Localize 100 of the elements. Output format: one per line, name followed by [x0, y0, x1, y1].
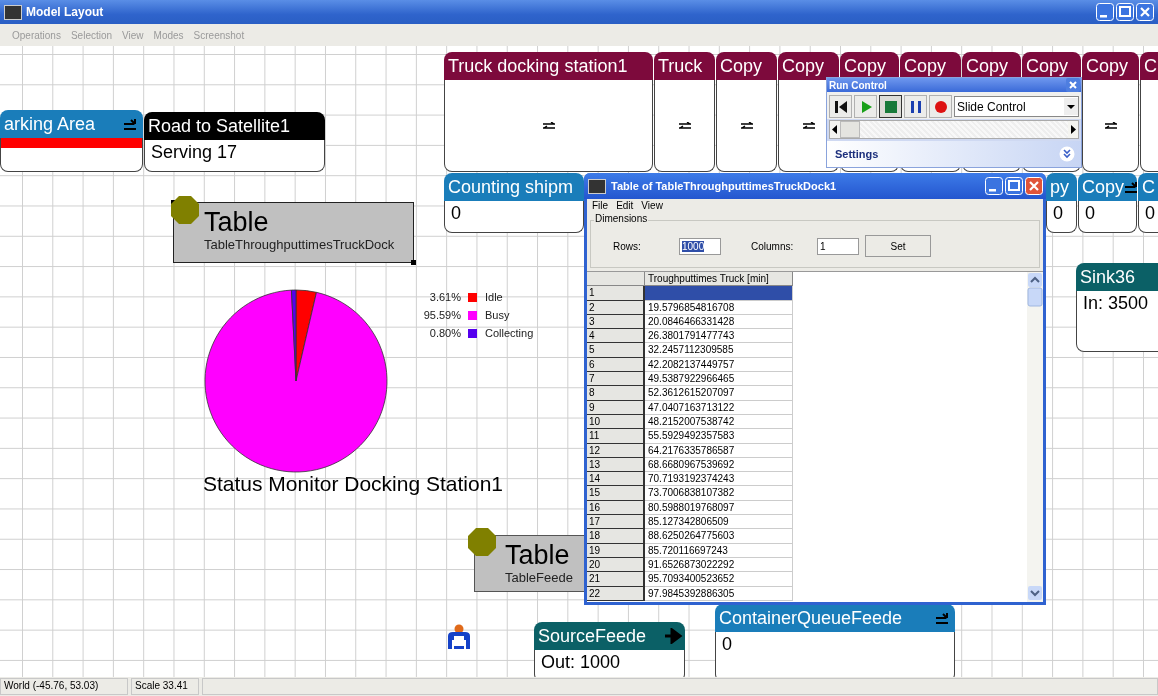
- menu-item[interactable]: File: [592, 200, 609, 213]
- set-button[interactable]: Set: [865, 235, 931, 257]
- table-cell[interactable]: 64.2176335786587: [645, 443, 793, 458]
- slider-thumb[interactable]: [840, 121, 860, 138]
- row-header[interactable]: 11: [587, 429, 645, 444]
- close-button[interactable]: [1066, 78, 1080, 92]
- expand-icon[interactable]: [1059, 146, 1075, 162]
- speed-slider[interactable]: [829, 120, 1079, 139]
- row-header[interactable]: 5: [587, 343, 645, 358]
- table-cell[interactable]: 70.7193192374243: [645, 472, 793, 487]
- table-cell[interactable]: [645, 286, 793, 301]
- node-header[interactable]: Copy: [1082, 52, 1139, 80]
- row-header[interactable]: 18: [587, 529, 645, 544]
- node-header[interactable]: Truck: [654, 52, 715, 80]
- row-header[interactable]: 15: [587, 486, 645, 501]
- node-header[interactable]: C: [1140, 52, 1158, 80]
- node-title: C: [1144, 55, 1157, 77]
- columns-field[interactable]: 1: [817, 237, 859, 255]
- record-button[interactable]: [929, 95, 952, 118]
- status-text: World (-45.76, 53.03): [0, 678, 128, 695]
- node-header[interactable]: Sink36: [1076, 263, 1158, 291]
- status-text: Scale 33.41: [131, 678, 199, 695]
- table-node-title: Table: [505, 540, 570, 570]
- table-cell[interactable]: 48.2152007538742: [645, 414, 793, 430]
- close-button[interactable]: [1025, 177, 1043, 195]
- table-cell[interactable]: 19.5796854816708: [645, 300, 793, 315]
- mode-dropdown[interactable]: Slide Control: [954, 96, 1079, 117]
- maximize-button[interactable]: [1116, 3, 1134, 21]
- node-title: Copy: [782, 55, 825, 77]
- window-title: Model Layout: [26, 5, 104, 19]
- node-header[interactable]: Copy: [840, 52, 899, 80]
- table-cell[interactable]: 52.3612615207097: [645, 386, 793, 401]
- table-cell[interactable]: 97.9845392886305: [645, 586, 793, 601]
- node-header[interactable]: Copy: [778, 52, 839, 80]
- pause-button[interactable]: [904, 95, 927, 118]
- node-header[interactable]: arking Area: [0, 110, 143, 138]
- swap-icon: [541, 121, 556, 130]
- row-header[interactable]: 17: [587, 515, 645, 530]
- table-cell[interactable]: 73.7006838107382: [645, 486, 793, 501]
- legend-value: 95.59%: [422, 309, 461, 321]
- table-cell[interactable]: 49.5387922966465: [645, 372, 793, 387]
- table-node-name: TableFeede: [505, 570, 573, 585]
- minimize-button[interactable]: [985, 177, 1003, 195]
- table-cell[interactable]: 85.127342806509: [645, 515, 793, 530]
- table-cell[interactable]: 55.5929492357583: [645, 429, 793, 444]
- node-header[interactable]: Truck docking station1: [444, 52, 653, 80]
- row-header[interactable]: 14: [587, 472, 645, 487]
- table-node[interactable]: Table TableThroughputtimesTruckDock: [173, 202, 414, 263]
- table-cell[interactable]: 88.6250264775603: [645, 529, 793, 544]
- minimize-button[interactable]: [1096, 3, 1114, 21]
- reset-button[interactable]: [829, 95, 852, 118]
- legend-value: 3.61%: [428, 291, 461, 303]
- node-header[interactable]: py: [1046, 173, 1077, 201]
- node-header[interactable]: Copy: [900, 52, 961, 80]
- node-title: ContainerQueueFeede: [719, 607, 903, 629]
- settings-bar[interactable]: Settings: [827, 141, 1081, 167]
- table-cell[interactable]: 85.720116697243: [645, 543, 793, 558]
- queue-icon: [1124, 180, 1137, 194]
- app-logo: [588, 178, 606, 194]
- node-header[interactable]: Counting shipm: [444, 173, 584, 201]
- column-header[interactable]: Troughputtimes Truck [min]: [645, 272, 793, 287]
- menu-item[interactable]: View: [641, 200, 663, 213]
- vertical-scrollbar[interactable]: [1027, 272, 1043, 602]
- table-cell[interactable]: 47.0407163713122: [645, 400, 793, 415]
- menu-item[interactable]: Edit: [616, 200, 634, 213]
- table-cell[interactable]: 20.0846466331428: [645, 314, 793, 330]
- node-title: arking Area: [4, 113, 96, 135]
- node-header[interactable]: ContainerQueueFeede: [715, 604, 955, 632]
- rows-field[interactable]: 1000: [679, 237, 721, 255]
- row-header[interactable]: 21: [587, 572, 645, 587]
- table-cell[interactable]: 95.7093400523652: [645, 572, 793, 587]
- legend-swatch: [468, 328, 477, 338]
- node-header[interactable]: Copy: [962, 52, 1021, 80]
- stop-button[interactable]: [879, 95, 902, 118]
- node-value: 0: [1144, 202, 1156, 225]
- maximize-button[interactable]: [1005, 177, 1023, 195]
- node-header[interactable]: Copy: [716, 52, 777, 80]
- table-cell[interactable]: 68.6680967539692: [645, 457, 793, 473]
- table-cell[interactable]: 80.5988019768097: [645, 500, 793, 516]
- row-header[interactable]: 1: [587, 286, 645, 301]
- swap-icon: [1103, 121, 1118, 130]
- node-title: Road to Satellite1: [148, 115, 291, 137]
- node-title: Copy: [904, 55, 947, 77]
- node-header[interactable]: Copy: [1078, 173, 1137, 201]
- selection-handle[interactable]: [411, 260, 416, 265]
- table-cell[interactable]: 26.3801791477743: [645, 329, 793, 344]
- node-title: Copy: [720, 55, 763, 77]
- table-cell[interactable]: 91.6526873022292: [645, 557, 793, 573]
- node-value: 0: [1052, 202, 1064, 225]
- row-header[interactable]: 7: [587, 372, 645, 387]
- table-cell[interactable]: 32.2457112309585: [645, 343, 793, 358]
- table-node-name: TableThroughputtimesTruckDock: [204, 237, 395, 252]
- close-button[interactable]: [1136, 3, 1154, 21]
- table-cell[interactable]: 42.2082137449757: [645, 357, 793, 373]
- swap-icon: [739, 121, 754, 130]
- node-header[interactable]: Road to Satellite1: [144, 112, 325, 140]
- row-header[interactable]: 8: [587, 386, 645, 401]
- row-header[interactable]: 4: [587, 329, 645, 344]
- node-header[interactable]: SourceFeede: [534, 622, 685, 650]
- node-header[interactable]: Copy: [1022, 52, 1081, 80]
